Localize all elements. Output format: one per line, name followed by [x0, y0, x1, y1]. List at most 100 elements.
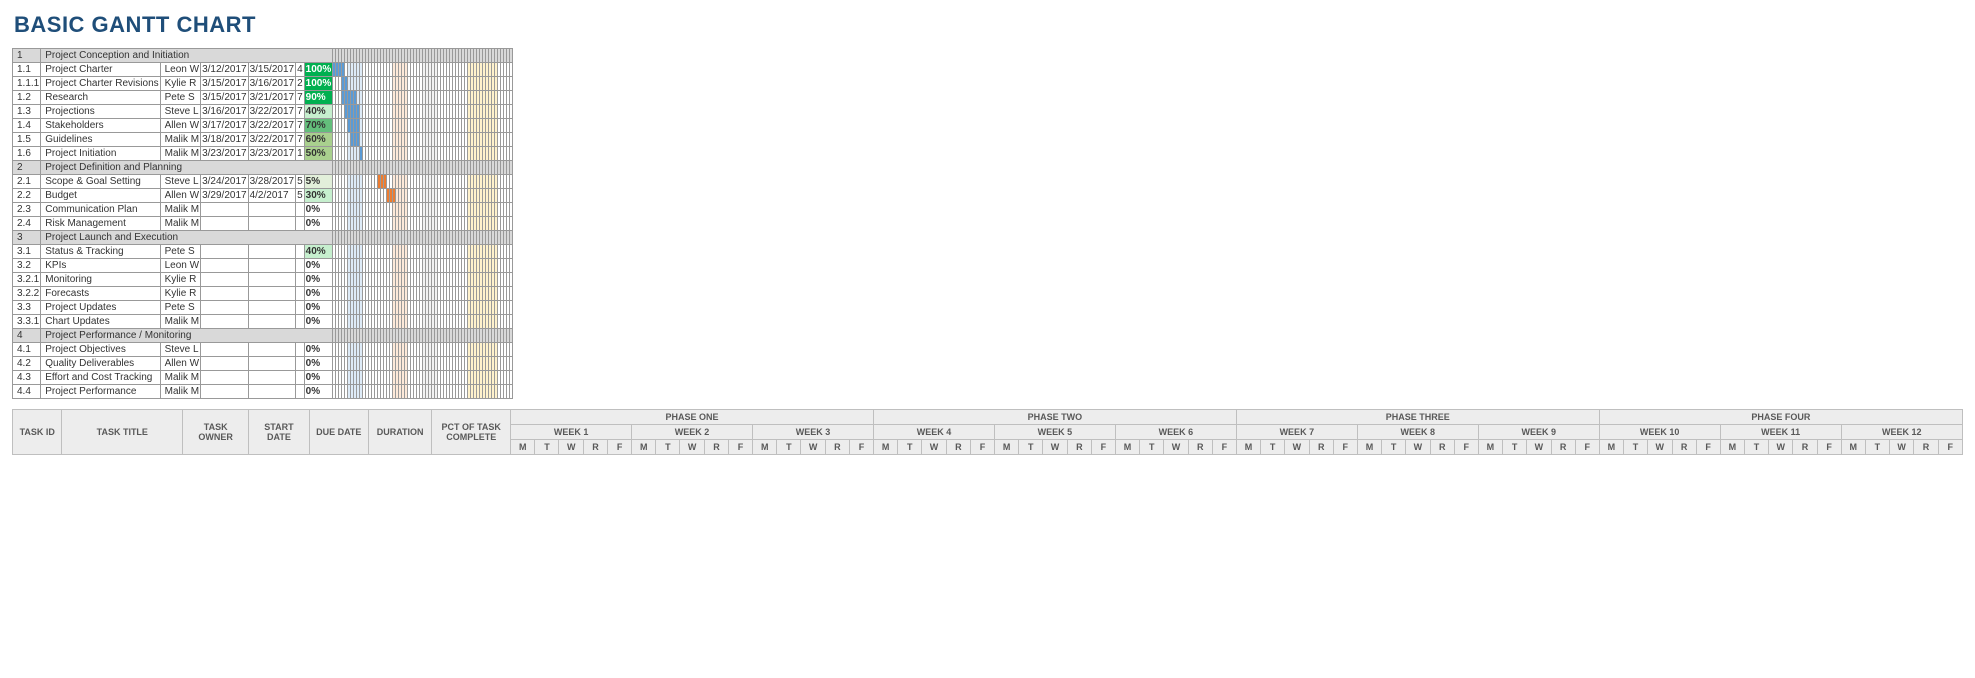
cell-duration[interactable] [296, 357, 305, 371]
cell-title[interactable]: Project Performance / Monitoring [41, 329, 333, 343]
cell-title[interactable]: Project Launch and Execution [41, 231, 333, 245]
cell-due[interactable] [248, 273, 296, 287]
cell-day[interactable] [510, 105, 513, 119]
cell-title[interactable]: Project Charter [41, 63, 160, 77]
cell-id[interactable]: 1.5 [13, 133, 41, 147]
cell-start[interactable] [201, 259, 249, 273]
cell-title[interactable]: Project Updates [41, 301, 160, 315]
cell-title[interactable]: Risk Management [41, 217, 160, 231]
cell-due[interactable] [248, 245, 296, 259]
cell-day[interactable] [510, 63, 513, 77]
cell-due[interactable]: 3/21/2017 [248, 91, 296, 105]
cell-day[interactable] [510, 357, 513, 371]
cell-due[interactable]: 3/22/2017 [248, 133, 296, 147]
cell-duration[interactable]: 7 [296, 91, 305, 105]
cell-pct[interactable]: 0% [304, 357, 333, 371]
cell-id[interactable]: 4 [13, 329, 41, 343]
cell-start[interactable]: 3/23/2017 [201, 147, 249, 161]
cell-start[interactable] [201, 371, 249, 385]
cell-duration[interactable]: 7 [296, 105, 305, 119]
cell-title[interactable]: Stakeholders [41, 119, 160, 133]
cell-title[interactable]: Monitoring [41, 273, 160, 287]
cell-owner[interactable]: Kylie R [160, 287, 200, 301]
cell-duration[interactable]: 5 [296, 175, 305, 189]
cell-owner[interactable]: Pete S [160, 91, 200, 105]
cell-start[interactable]: 3/15/2017 [201, 77, 249, 91]
cell-pct[interactable]: 30% [304, 189, 333, 203]
cell-pct[interactable]: 50% [304, 147, 333, 161]
cell-pct[interactable]: 100% [304, 63, 333, 77]
cell-day[interactable] [510, 385, 513, 399]
cell-day[interactable] [510, 217, 513, 231]
cell-start[interactable]: 3/16/2017 [201, 105, 249, 119]
cell-duration[interactable]: 7 [296, 119, 305, 133]
cell-day[interactable] [510, 301, 513, 315]
cell-due[interactable] [248, 371, 296, 385]
cell-pct[interactable]: 0% [304, 287, 333, 301]
cell-id[interactable]: 1.3 [13, 105, 41, 119]
cell-id[interactable]: 2.4 [13, 217, 41, 231]
cell-pct[interactable]: 0% [304, 371, 333, 385]
cell-due[interactable]: 3/23/2017 [248, 147, 296, 161]
cell-duration[interactable] [296, 245, 305, 259]
cell-title[interactable]: Research [41, 91, 160, 105]
cell-day[interactable] [510, 259, 513, 273]
cell-due[interactable] [248, 287, 296, 301]
cell-start[interactable]: 3/17/2017 [201, 119, 249, 133]
cell-owner[interactable]: Leon W [160, 259, 200, 273]
cell-title[interactable]: Project Conception and Initiation [41, 49, 333, 63]
cell-title[interactable]: Projections [41, 105, 160, 119]
cell-due[interactable] [248, 315, 296, 329]
cell-owner[interactable]: Malik M [160, 147, 200, 161]
cell-day[interactable] [510, 203, 513, 217]
cell-title[interactable]: Guidelines [41, 133, 160, 147]
cell-due[interactable]: 3/22/2017 [248, 119, 296, 133]
cell-id[interactable]: 3.2 [13, 259, 41, 273]
cell-duration[interactable] [296, 385, 305, 399]
cell-owner[interactable]: Malik M [160, 203, 200, 217]
cell-owner[interactable]: Kylie R [160, 273, 200, 287]
cell-owner[interactable]: Malik M [160, 217, 200, 231]
cell-id[interactable]: 4.3 [13, 371, 41, 385]
cell-due[interactable]: 3/28/2017 [248, 175, 296, 189]
cell-pct[interactable]: 5% [304, 175, 333, 189]
cell-pct[interactable]: 40% [304, 245, 333, 259]
cell-day[interactable] [510, 371, 513, 385]
cell-day[interactable] [510, 273, 513, 287]
cell-title[interactable]: Scope & Goal Setting [41, 175, 160, 189]
cell-owner[interactable]: Kylie R [160, 77, 200, 91]
cell-start[interactable] [201, 385, 249, 399]
cell-title[interactable]: Project Objectives [41, 343, 160, 357]
cell-pct[interactable]: 90% [304, 91, 333, 105]
cell-due[interactable] [248, 217, 296, 231]
cell-due[interactable]: 3/22/2017 [248, 105, 296, 119]
cell-title[interactable]: Communication Plan [41, 203, 160, 217]
cell-start[interactable] [201, 357, 249, 371]
cell-start[interactable] [201, 245, 249, 259]
cell-duration[interactable]: 7 [296, 133, 305, 147]
cell-duration[interactable] [296, 287, 305, 301]
cell-pct[interactable]: 40% [304, 105, 333, 119]
cell-pct[interactable]: 0% [304, 315, 333, 329]
cell-duration[interactable] [296, 343, 305, 357]
cell-due[interactable] [248, 259, 296, 273]
cell-owner[interactable]: Steve L [160, 105, 200, 119]
cell-owner[interactable]: Leon W [160, 63, 200, 77]
cell-duration[interactable] [296, 371, 305, 385]
cell-id[interactable]: 1.1 [13, 63, 41, 77]
cell-title[interactable]: Project Charter Revisions [41, 77, 160, 91]
cell-day[interactable] [510, 343, 513, 357]
cell-pct[interactable]: 70% [304, 119, 333, 133]
cell-duration[interactable] [296, 273, 305, 287]
cell-duration[interactable] [296, 217, 305, 231]
cell-start[interactable] [201, 273, 249, 287]
cell-pct[interactable]: 0% [304, 273, 333, 287]
cell-owner[interactable]: Allen W [160, 119, 200, 133]
cell-id[interactable]: 3.1 [13, 245, 41, 259]
cell-pct[interactable]: 0% [304, 385, 333, 399]
cell-day[interactable] [510, 119, 513, 133]
cell-duration[interactable]: 1 [296, 147, 305, 161]
cell-duration[interactable] [296, 259, 305, 273]
cell-day[interactable] [510, 245, 513, 259]
cell-title[interactable]: Quality Deliverables [41, 357, 160, 371]
